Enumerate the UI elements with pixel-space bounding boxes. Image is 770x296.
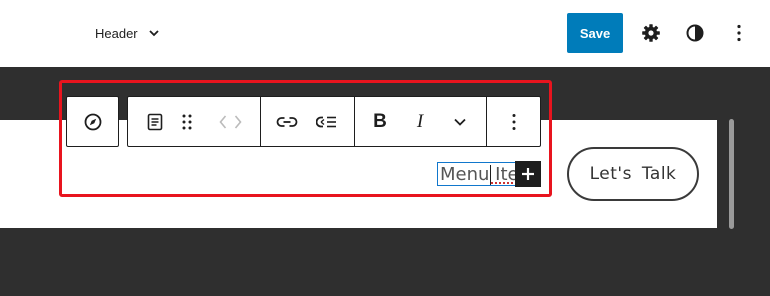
plus-icon (522, 168, 534, 180)
drag-handle-icon (182, 114, 192, 130)
editor-header: Header Save (0, 0, 770, 67)
template-part-switcher[interactable]: Header (95, 22, 160, 44)
toolbar-separator (354, 97, 355, 146)
toolbar-separator (260, 97, 261, 146)
block-toolbar: B I (127, 96, 541, 147)
block-type-button[interactable] (141, 108, 169, 136)
block-toolbar-parent-group (66, 96, 119, 147)
select-parent-button[interactable] (79, 108, 107, 136)
canvas-scrollbar[interactable] (729, 119, 734, 229)
paragraph-icon (147, 113, 163, 131)
navigation-icon (84, 113, 102, 131)
block-options-button[interactable] (500, 108, 528, 136)
italic-icon: I (416, 111, 424, 132)
link-button[interactable] (273, 108, 301, 136)
settings-button[interactable] (638, 20, 664, 46)
bold-icon: B (373, 111, 387, 132)
add-submenu-button[interactable] (313, 108, 341, 136)
contrast-icon (686, 24, 704, 42)
chevron-down-icon (454, 118, 466, 126)
bold-button[interactable]: B (366, 108, 394, 136)
options-button[interactable] (726, 20, 752, 46)
menu-item-input[interactable]: Menu Item (437, 162, 519, 186)
drag-handle[interactable] (173, 108, 201, 136)
more-vertical-icon (737, 24, 741, 42)
styles-button[interactable] (682, 20, 708, 46)
add-block-button[interactable] (515, 161, 541, 187)
italic-button[interactable]: I (406, 108, 434, 136)
chevron-down-icon (149, 30, 159, 37)
move-right-button[interactable] (224, 108, 252, 136)
toolbar-separator (486, 97, 487, 146)
spellcheck-underline (491, 181, 517, 184)
link-icon (276, 117, 298, 127)
lets-talk-button[interactable]: Let's Talk (567, 147, 699, 201)
submenu-icon (316, 116, 336, 128)
more-vertical-icon (512, 114, 516, 130)
save-button[interactable]: Save (567, 13, 623, 53)
gear-icon (642, 24, 660, 42)
more-formatting-button[interactable] (446, 108, 474, 136)
move-right-icon (234, 115, 242, 129)
template-part-label: Header (95, 25, 138, 41)
